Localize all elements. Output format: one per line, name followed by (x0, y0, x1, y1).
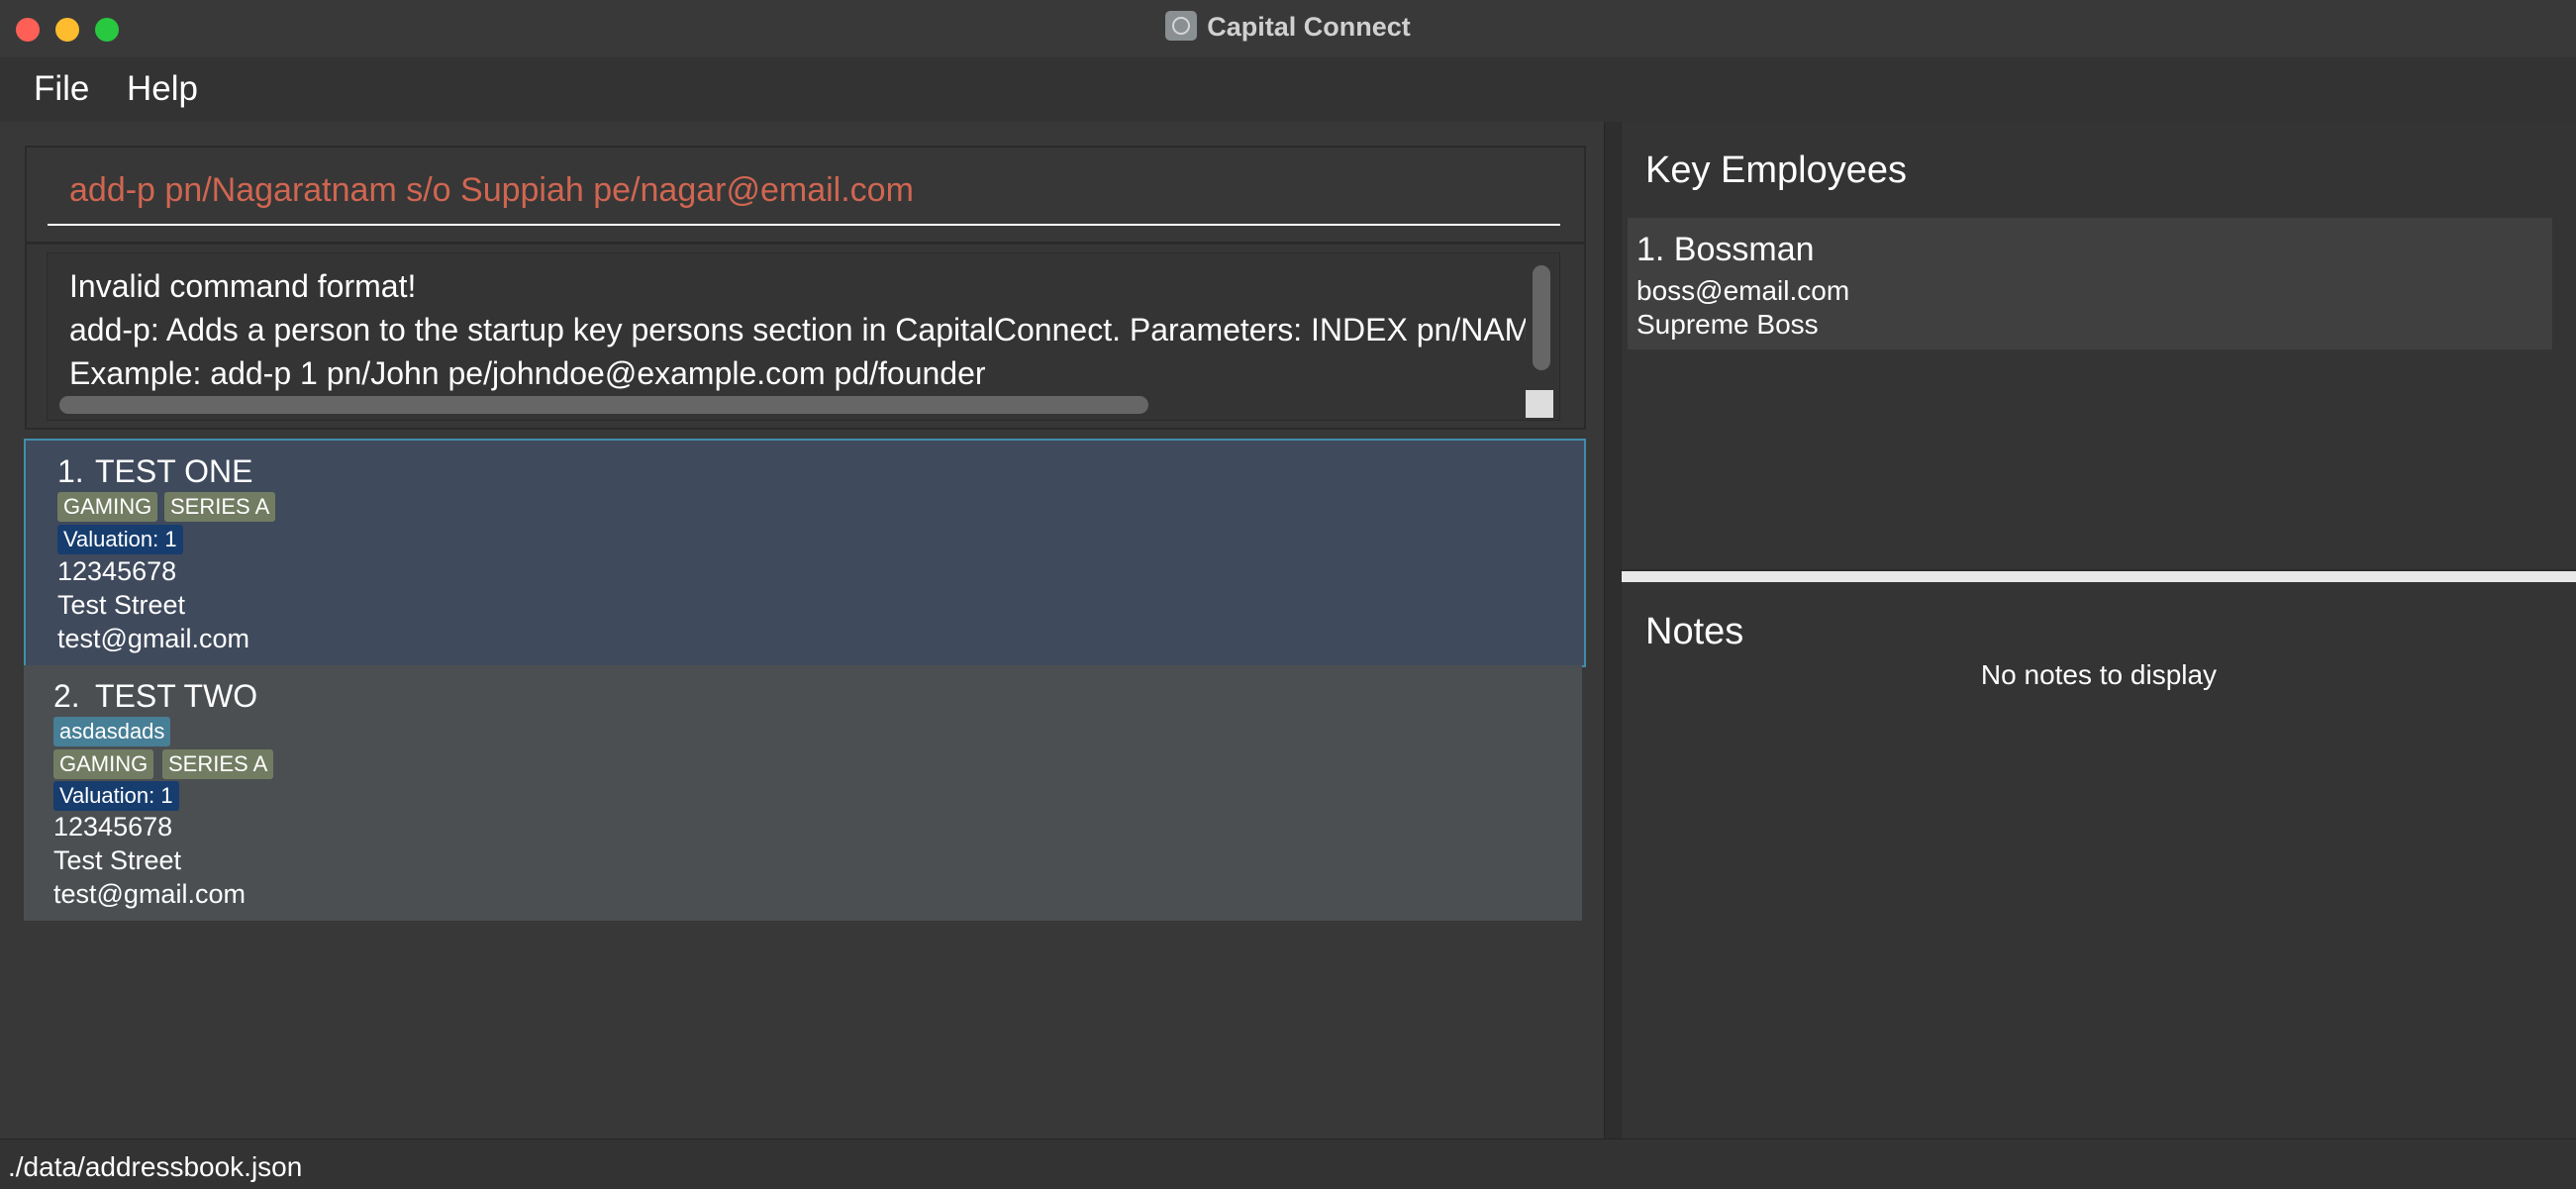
key-employees-title: Key Employees (1645, 149, 1908, 191)
notes-empty-message: No notes to display (1980, 659, 2218, 690)
command-input[interactable]: add-p pn/Nagaratnam s/o Suppiah pe/nagar… (69, 171, 914, 210)
startup-index: 1. (57, 453, 84, 489)
title-bar: Capital Connect (0, 0, 2576, 58)
result-line: add-p: Adds a person to the startup key … (69, 312, 1526, 347)
startup-name: TEST TWO (95, 678, 258, 714)
result-horizontal-scrollbar[interactable] (59, 396, 1148, 414)
save-file-path: ./data/addressbook.json (8, 1151, 303, 1182)
industry-tag: GAMING (57, 492, 158, 522)
employee-description: Supreme Boss (1636, 309, 1819, 340)
startup-card-selected[interactable]: 1. TEST ONE GAMING SERIES A Valuation: 1… (24, 439, 1586, 667)
startup-phone: 12345678 (57, 556, 177, 586)
startup-index: 2. (53, 678, 80, 714)
industry-tag: GAMING (53, 749, 154, 779)
window-title-wrap: Capital Connect (0, 10, 2576, 44)
startup-address: Test Street (57, 590, 186, 620)
note-tag: asdasdads (53, 717, 171, 746)
startup-name: TEST ONE (95, 453, 253, 489)
startup-email: test@gmail.com (57, 624, 249, 653)
result-line: Example: add-p 1 pn/John pe/johndoe@exam… (69, 355, 986, 391)
funding-stage-tag: SERIES A (164, 492, 276, 522)
result-display-clip: Invalid command format! add-p: Adds a pe… (47, 252, 1526, 401)
split-divider[interactable] (1604, 122, 1621, 1139)
valuation-tag: Valuation: 1 (57, 525, 183, 554)
app-icon (1165, 10, 1198, 41)
result-vertical-scrollbar[interactable] (1533, 265, 1550, 370)
startup-address: Test Street (53, 845, 182, 875)
status-bar: ./data/addressbook.json (0, 1139, 2576, 1189)
menu-bar: File Help (0, 57, 2576, 122)
funding-stage-tag: SERIES A (162, 749, 274, 779)
employee-email: boss@email.com (1636, 275, 1850, 306)
notes-title: Notes (1645, 611, 1744, 652)
result-line: Invalid command format! (69, 268, 417, 304)
employee-name: 1. Bossman (1636, 231, 1815, 268)
right-split-divider[interactable] (1622, 571, 2576, 582)
menu-help[interactable]: Help (127, 69, 198, 109)
key-employee-card[interactable]: 1. Bossman boss@email.com Supreme Boss (1628, 218, 2552, 349)
startup-phone: 12345678 (53, 812, 173, 842)
startup-card[interactable]: 2. TEST TWO asdasdads GAMING SERIES A Va… (24, 665, 1582, 921)
command-input-underline (48, 224, 1560, 226)
scroll-corner (1526, 390, 1553, 418)
valuation-tag: Valuation: 1 (53, 781, 179, 811)
startup-email: test@gmail.com (53, 879, 246, 909)
window-title: Capital Connect (1207, 12, 1411, 42)
menu-file[interactable]: File (34, 69, 89, 109)
